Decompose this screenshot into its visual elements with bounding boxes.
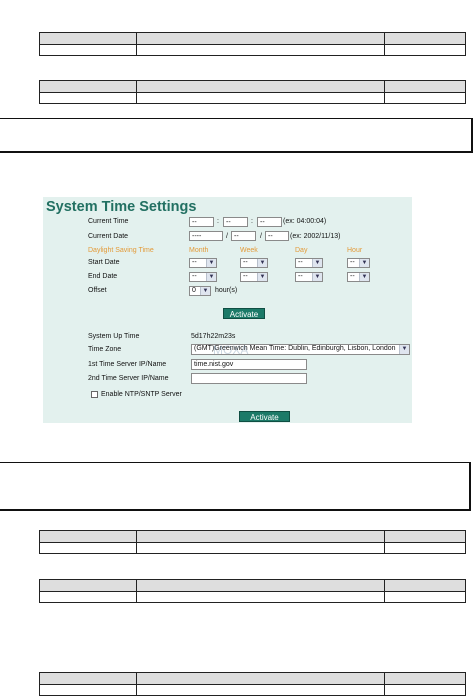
- current-date-month-input[interactable]: --: [231, 231, 256, 241]
- reference-table: [39, 530, 466, 554]
- watermark: MOXA: [213, 343, 249, 357]
- chevron-down-icon: ▼: [257, 259, 267, 267]
- chevron-down-icon: ▼: [359, 273, 369, 281]
- dst-day-heading: Day: [295, 247, 308, 254]
- dst-hour-heading: Hour: [347, 247, 363, 254]
- current-date-hint: (ex: 2002/11/13): [290, 233, 341, 240]
- end-month-select[interactable]: -- ▼: [189, 272, 217, 282]
- offset-select[interactable]: 0 ▼: [189, 286, 211, 296]
- current-time-label: Current Time: [88, 218, 129, 225]
- time-separator: :: [251, 218, 253, 225]
- current-time-minute-input[interactable]: --: [223, 217, 248, 227]
- date-separator: /: [260, 233, 262, 240]
- end-week-select[interactable]: -- ▼: [240, 272, 268, 282]
- page-title: System Time Settings: [46, 199, 197, 215]
- start-week-select[interactable]: -- ▼: [240, 258, 268, 268]
- system-up-time-label: System Up Time: [88, 333, 140, 340]
- activate-button[interactable]: Activate: [223, 308, 265, 319]
- chevron-down-icon: ▼: [312, 259, 322, 267]
- offset-label: Offset: [88, 287, 107, 294]
- checkbox-icon[interactable]: [91, 391, 98, 398]
- activate-button-2[interactable]: Activate: [239, 411, 290, 422]
- start-date-label: Start Date: [88, 259, 120, 266]
- current-time-hint: (ex: 04:00:04): [283, 218, 327, 225]
- reference-table: [39, 80, 466, 104]
- dst-month-heading: Month: [189, 247, 209, 254]
- note-box: [0, 118, 473, 153]
- reference-table: [39, 32, 466, 56]
- end-date-label: End Date: [88, 273, 118, 280]
- current-date-label: Current Date: [88, 233, 129, 240]
- start-month-select[interactable]: -- ▼: [189, 258, 217, 268]
- time-server-2-input[interactable]: [191, 373, 307, 384]
- chevron-down-icon: ▼: [206, 273, 216, 281]
- dst-week-heading: Week: [240, 247, 258, 254]
- start-hour-select[interactable]: -- ▼: [347, 258, 370, 268]
- date-separator: /: [226, 233, 228, 240]
- reference-table: [39, 579, 466, 603]
- start-day-select[interactable]: -- ▼: [295, 258, 323, 268]
- chevron-down-icon: ▼: [359, 259, 369, 267]
- time-server-1-input[interactable]: time.nist.gov: [191, 359, 307, 370]
- enable-ntp-label: Enable NTP/SNTP Server: [101, 391, 182, 398]
- end-hour-select[interactable]: -- ▼: [347, 272, 370, 282]
- current-time-second-input[interactable]: --: [257, 217, 282, 227]
- offset-unit: hour(s): [215, 287, 238, 294]
- current-date-year-input[interactable]: ----: [189, 231, 223, 241]
- note-box: [0, 462, 471, 511]
- current-date-day-input[interactable]: --: [265, 231, 289, 241]
- reference-table: [39, 672, 466, 696]
- current-time-hour-input[interactable]: --: [189, 217, 214, 227]
- time-server-1-label: 1st Time Server IP/Name: [88, 361, 167, 368]
- end-day-select[interactable]: -- ▼: [295, 272, 323, 282]
- chevron-down-icon: ▼: [206, 259, 216, 267]
- chevron-down-icon: ▼: [257, 273, 267, 281]
- chevron-down-icon: ▼: [312, 273, 322, 281]
- time-zone-label: Time Zone: [88, 346, 122, 353]
- dst-label: Daylight Saving Time: [88, 247, 154, 254]
- chevron-down-icon: ▼: [399, 345, 409, 354]
- time-server-2-label: 2nd Time Server IP/Name: [88, 375, 169, 382]
- system-up-time-value: 5d17h22m23s: [191, 333, 236, 340]
- time-separator: :: [217, 218, 219, 225]
- system-time-settings-panel: System Time Settings Current Time -- : -…: [43, 197, 412, 423]
- chevron-down-icon: ▼: [200, 287, 210, 295]
